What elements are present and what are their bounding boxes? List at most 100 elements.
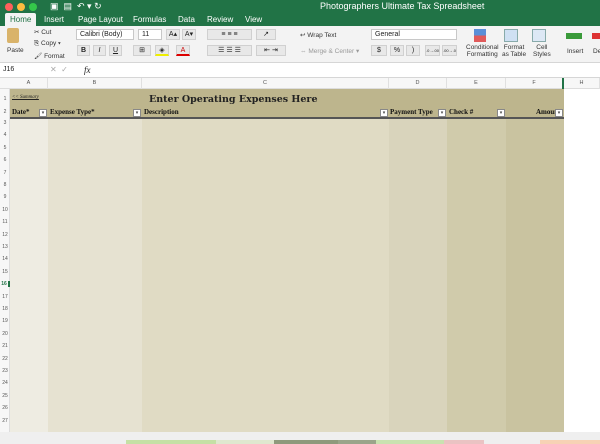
fx-icon[interactable]: fx [84,65,91,75]
insert-button[interactable]: Insert [567,48,583,55]
column-a-cells[interactable] [10,119,48,432]
tab-page-layout[interactable]: Page Layout [73,13,128,26]
tab-view[interactable]: View [240,13,267,26]
minimize-button[interactable] [17,3,25,11]
column-f-cells[interactable] [506,119,564,432]
column-e-cells[interactable] [447,119,506,432]
column-d-cells[interactable] [389,119,447,432]
filter-dropdown-date[interactable]: ▾ [39,109,47,117]
filter-dropdown-description[interactable]: ▾ [380,109,388,117]
row-header[interactable]: 13 [0,244,10,250]
underline-button[interactable]: U [109,45,122,56]
align-vertical-group[interactable]: ≡ ≡ ≡ [207,29,252,40]
row-header[interactable]: 17 [0,294,10,300]
col-header-a[interactable]: A [10,78,48,89]
align-horizontal-group[interactable]: ☰ ☰ ☰ [207,45,252,56]
row-header[interactable]: 22 [0,356,10,362]
borders-icon[interactable]: ⊞ [133,45,151,56]
increase-font-icon[interactable]: A▴ [166,29,180,40]
row-header[interactable]: 26 [0,405,10,411]
comma-button[interactable]: ) [406,45,420,56]
row-header[interactable]: 4 [0,132,10,138]
row-header[interactable]: 14 [0,256,10,262]
col-header-e[interactable]: E [447,78,506,89]
filter-dropdown-payment-type[interactable]: ▾ [438,109,446,117]
conditional-formatting-icon[interactable] [474,29,486,42]
conditional-formatting-button[interactable]: Conditional Formatting [466,44,499,58]
row-header[interactable]: 15 [0,269,10,275]
col-header-c[interactable]: C [142,78,389,89]
cut-button[interactable]: ✂ Cut [34,28,51,36]
row-header[interactable]: 9 [0,194,10,200]
cell-styles-icon[interactable] [532,29,546,42]
delete-icon[interactable] [592,33,600,39]
cancel-confirm-icons[interactable]: ✕ ✓ [50,65,68,74]
filter-dropdown-expense-type[interactable]: ▾ [133,109,141,117]
row-header[interactable]: 11 [0,219,10,225]
font-size-select[interactable]: 11 [138,29,162,40]
row-header[interactable]: 7 [0,170,10,176]
cell-styles-button[interactable]: Cell Styles [533,44,551,58]
sheet-tab[interactable] [126,440,216,444]
column-b-cells[interactable] [48,119,142,432]
row-header[interactable]: 12 [0,232,10,238]
copy-button[interactable]: ⎘ Copy ▾ [34,40,61,48]
orientation-icon[interactable]: ↗ [256,29,276,40]
row-header[interactable]: 21 [0,343,10,349]
sheet-tab[interactable] [444,440,484,444]
indent-icons[interactable]: ⇤ ⇥ [256,45,286,56]
quick-access-icons[interactable]: ▣ ▤ ↶ ▾ ↻ [50,1,102,12]
row-header[interactable]: 27 [0,418,10,424]
paste-button[interactable]: Paste [7,47,24,54]
name-box[interactable]: J16 [3,66,14,73]
formula-input[interactable] [98,65,598,76]
decrease-decimal-button[interactable]: .00→.0 [442,45,457,56]
summary-link[interactable]: << Summary [12,95,39,100]
percent-button[interactable]: % [390,45,404,56]
decrease-font-icon[interactable]: A▾ [182,29,196,40]
row-header[interactable]: 10 [0,207,10,213]
format-painter-button[interactable]: 🖌 Format [34,52,65,60]
tab-data[interactable]: Data [173,13,200,26]
close-button[interactable] [5,3,13,11]
row-header[interactable]: 25 [0,393,10,399]
delete-button[interactable]: De [593,48,600,55]
tab-insert[interactable]: Insert [39,13,69,26]
tab-formulas[interactable]: Formulas [128,13,171,26]
insert-icon[interactable] [566,33,582,39]
merge-center-button[interactable]: ⇔ Merge & Center ▾ [300,47,359,55]
sheet-tab[interactable] [216,440,274,444]
row-header[interactable]: 16 [0,281,10,288]
zoom-button[interactable] [29,3,37,11]
bold-button[interactable]: B [77,45,90,56]
row-header[interactable]: 18 [0,306,10,312]
sheet-tab[interactable] [540,440,600,444]
tab-home[interactable]: Home [5,13,37,26]
row-header[interactable]: 5 [0,145,10,151]
paste-icon[interactable] [7,28,19,43]
number-format-select[interactable]: General [371,29,457,40]
row-header[interactable]: 24 [0,380,10,386]
filter-dropdown-check[interactable]: ▾ [497,109,505,117]
col-header-h[interactable]: H [564,78,600,89]
italic-button[interactable]: I [93,45,106,56]
col-header-d[interactable]: D [389,78,447,89]
font-color-icon[interactable]: A [176,45,190,56]
row-header[interactable]: 6 [0,157,10,163]
wrap-text-button[interactable]: ↩ Wrap Text [300,31,336,39]
format-as-table-icon[interactable] [504,29,518,42]
row-header[interactable]: 20 [0,331,10,337]
tab-review[interactable]: Review [202,13,238,26]
row-header[interactable]: 23 [0,368,10,374]
sheet-tab[interactable] [274,440,338,444]
increase-decimal-button[interactable]: .0→.00 [425,45,440,56]
font-name-select[interactable]: Calibri (Body) [76,29,134,40]
row-header[interactable]: 3 [0,120,10,126]
column-c-cells[interactable] [142,119,389,432]
row-header[interactable]: 8 [0,182,10,188]
row-header[interactable]: 1 [0,96,10,102]
col-header-b[interactable]: B [48,78,142,89]
filter-dropdown-amount[interactable]: ▾ [555,109,563,117]
row-header[interactable]: 2 [0,109,10,115]
row-header[interactable]: 19 [0,318,10,324]
